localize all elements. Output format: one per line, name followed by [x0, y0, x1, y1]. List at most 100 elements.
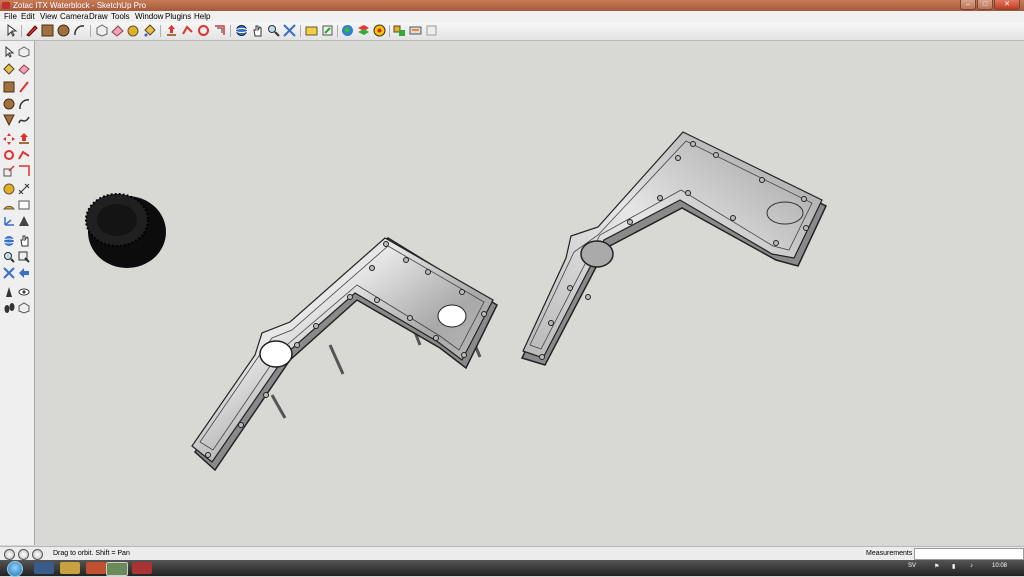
- tape-measure-icon[interactable]: [127, 24, 140, 37]
- orbit-icon[interactable]: [235, 24, 248, 37]
- menu-help[interactable]: Help: [194, 11, 210, 22]
- axes-icon[interactable]: [3, 215, 15, 227]
- media-player-icon[interactable]: [86, 562, 106, 574]
- menu-window[interactable]: Window: [135, 11, 163, 22]
- left-waterblock-part[interactable]: [191, 237, 498, 472]
- eraser-icon[interactable]: [111, 24, 124, 37]
- circle-icon[interactable]: [57, 24, 70, 37]
- dimension-icon[interactable]: [18, 183, 30, 195]
- polygon-icon[interactable]: [3, 114, 15, 126]
- paint-bucket-icon[interactable]: [143, 24, 156, 37]
- shadows-icon[interactable]: [393, 24, 406, 37]
- close-button[interactable]: ✕: [994, 0, 1020, 10]
- menu-tools[interactable]: Tools: [111, 11, 130, 22]
- left-toolbar: [0, 41, 35, 545]
- select-icon[interactable]: [5, 24, 18, 37]
- menu-file[interactable]: File: [4, 11, 17, 22]
- pan-icon[interactable]: [18, 235, 30, 247]
- sketchup-app-icon: [2, 2, 10, 9]
- menu-draw[interactable]: Draw: [89, 11, 108, 22]
- text-icon[interactable]: [18, 199, 30, 211]
- tray-volume-icon[interactable]: ♪: [970, 563, 973, 569]
- component-icon[interactable]: [95, 24, 108, 37]
- follow-me-icon[interactable]: [18, 149, 30, 161]
- make-component-icon[interactable]: [18, 46, 30, 58]
- materials-icon[interactable]: [373, 24, 386, 37]
- black-fitting-part[interactable]: [85, 193, 166, 268]
- menu-plugins[interactable]: Plugins: [165, 11, 191, 22]
- freehand-icon[interactable]: [18, 114, 30, 126]
- zoom-extents-icon[interactable]: [3, 267, 15, 279]
- scale-icon[interactable]: [3, 165, 15, 177]
- arc-icon[interactable]: [73, 24, 86, 37]
- zoom-extents-icon[interactable]: [283, 24, 296, 37]
- toolbar-separator: [337, 25, 338, 37]
- zoom-icon[interactable]: [267, 24, 280, 37]
- zoom-window-icon[interactable]: [18, 251, 30, 263]
- fog-icon[interactable]: [409, 24, 422, 37]
- rotate-icon[interactable]: [197, 24, 210, 37]
- select-icon[interactable]: [3, 46, 15, 58]
- window-title: Zotac ITX Waterblock - SketchUp Pro: [13, 1, 147, 10]
- zoom-icon[interactable]: [3, 251, 15, 263]
- share-model-icon[interactable]: [321, 24, 334, 37]
- line-icon[interactable]: [18, 81, 30, 93]
- offset-icon[interactable]: [18, 165, 30, 177]
- previous-view-icon[interactable]: [18, 267, 30, 279]
- measurements-label: Measurements: [866, 550, 913, 557]
- tray-clock[interactable]: 10:08: [992, 563, 1007, 569]
- instructor-icon[interactable]: [32, 549, 43, 560]
- tray-flag-icon[interactable]: ⚑: [934, 563, 939, 570]
- menu-view[interactable]: View: [40, 11, 57, 22]
- move-icon[interactable]: [3, 133, 15, 145]
- tape-measure-icon[interactable]: [3, 183, 15, 195]
- push-pull-icon[interactable]: [165, 24, 178, 37]
- walk-icon[interactable]: [3, 302, 15, 314]
- menu-edit[interactable]: Edit: [21, 11, 35, 22]
- section-plane-icon[interactable]: [425, 24, 438, 37]
- section-plane-icon[interactable]: [18, 302, 30, 314]
- language-indicator[interactable]: SV: [908, 563, 916, 569]
- google-earth-icon[interactable]: [341, 24, 354, 37]
- main-toolbar: [0, 22, 1024, 41]
- explorer-icon[interactable]: [60, 562, 80, 574]
- eraser-icon[interactable]: [18, 63, 30, 75]
- 3d-text-icon[interactable]: [18, 215, 30, 227]
- measurements-field[interactable]: [914, 548, 1024, 560]
- model-canvas: [85, 131, 827, 472]
- rectangle-icon[interactable]: [41, 24, 54, 37]
- look-around-icon[interactable]: [18, 286, 30, 298]
- ie-icon[interactable]: [34, 562, 54, 574]
- sketchup-taskbar-button[interactable]: [106, 562, 128, 576]
- offset-icon[interactable]: [213, 24, 226, 37]
- menu-camera[interactable]: Camera: [60, 11, 88, 22]
- credits-icon[interactable]: [18, 549, 29, 560]
- arc-icon[interactable]: [18, 98, 30, 110]
- geo-location-icon[interactable]: [4, 549, 15, 560]
- drawing-viewport[interactable]: [35, 41, 1024, 545]
- rotate-icon[interactable]: [3, 149, 15, 161]
- orbit-icon[interactable]: [3, 235, 15, 247]
- 3d-warehouse-icon[interactable]: [305, 24, 318, 37]
- rectangle-icon[interactable]: [3, 81, 15, 93]
- toolbar-separator: [90, 25, 91, 37]
- push-pull-icon[interactable]: [18, 133, 30, 145]
- menu-bar: File Edit View Camera Draw Tools Window …: [0, 11, 1024, 22]
- minimize-button[interactable]: –: [960, 0, 976, 10]
- pan-icon[interactable]: [251, 24, 264, 37]
- maximize-button[interactable]: □: [977, 0, 993, 10]
- protractor-icon[interactable]: [3, 199, 15, 211]
- paint-icon[interactable]: [132, 562, 152, 574]
- layers-icon[interactable]: [357, 24, 370, 37]
- right-waterblock-part[interactable]: [520, 131, 827, 366]
- position-camera-icon[interactable]: [3, 286, 15, 298]
- toolbar-separator: [389, 25, 390, 37]
- start-button[interactable]: [7, 561, 23, 577]
- tray-network-icon[interactable]: ▮: [952, 563, 955, 570]
- toolbar-separator: [230, 25, 231, 37]
- follow-me-icon[interactable]: [181, 24, 194, 37]
- status-hint: Drag to orbit. Shift = Pan: [53, 550, 130, 557]
- circle-icon[interactable]: [3, 98, 15, 110]
- paint-bucket-icon[interactable]: [3, 63, 15, 75]
- pencil-icon[interactable]: [25, 24, 38, 37]
